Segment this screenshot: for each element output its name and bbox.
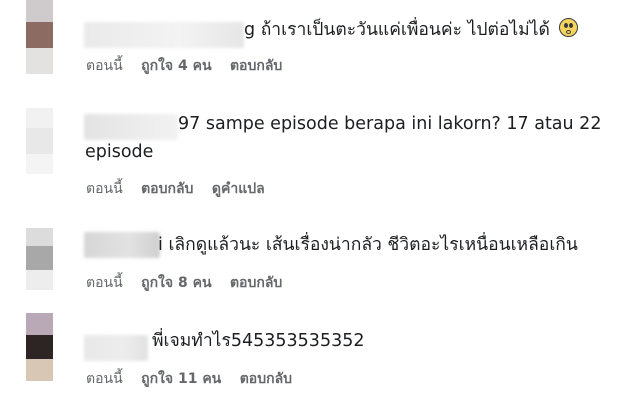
reply-button[interactable]: ตอบกลับ xyxy=(230,55,282,77)
comment-item: g ถ้าเราเป็นตะวันแค่เพื่อนค่ะ ไปต่อไม่ได… xyxy=(0,0,644,80)
comment-text: 97 sampe episode berapa ini lakorn? 17 a… xyxy=(178,114,602,134)
avatar[interactable] xyxy=(26,313,53,381)
avatar[interactable] xyxy=(26,228,53,290)
comment-item: พี่เจมทำไร545353535352 ตอนนี้ ถูกใจ 11 ค… xyxy=(0,305,644,419)
avatar[interactable] xyxy=(26,108,53,174)
like-count[interactable]: ถูกใจ 8 คน xyxy=(141,272,211,294)
reply-button[interactable]: ตอบกลับ xyxy=(141,178,193,200)
comment-text: i เลิกดูแล้วนะ เส้นเรื่องน่ากลัว ชีวิตอะ… xyxy=(158,235,578,255)
author-name-blurred[interactable] xyxy=(84,335,148,361)
comment-actions: ตอนนี้ ตอบกลับ ดูคำแปล xyxy=(86,178,279,200)
author-name-blurred[interactable] xyxy=(84,22,244,48)
author-name-fragment[interactable]: 97 xyxy=(178,114,200,134)
comment-actions: ตอนนี้ ถูกใจ 4 คน ตอบกลับ xyxy=(86,55,296,77)
reply-button[interactable]: ตอบกลับ xyxy=(240,368,292,390)
thinking-face-icon xyxy=(559,18,579,37)
comment-thread: g ถ้าเราเป็นตะวันแค่เพื่อนค่ะ ไปต่อไม่ได… xyxy=(0,0,644,419)
comment-text: g ถ้าเราเป็นตะวันแค่เพื่อนค่ะ ไปต่อไม่ได… xyxy=(244,18,579,43)
comment-item: i เลิกดูแล้วนะ เส้นเรื่องน่ากลัว ชีวิตอะ… xyxy=(0,220,644,300)
timestamp[interactable]: ตอนนี้ xyxy=(86,55,123,77)
timestamp[interactable]: ตอนนี้ xyxy=(86,178,123,200)
author-name-fragment[interactable]: i xyxy=(158,235,163,255)
avatar[interactable] xyxy=(26,0,53,74)
timestamp[interactable]: ตอนนี้ xyxy=(86,272,123,294)
comment-item: 97 sampe episode berapa ini lakorn? 17 a… xyxy=(0,100,644,200)
like-count[interactable]: ถูกใจ 4 คน xyxy=(141,55,211,77)
timestamp[interactable]: ตอนนี้ xyxy=(86,368,123,390)
author-name-blurred[interactable] xyxy=(84,114,178,140)
like-count[interactable]: ถูกใจ 11 คน xyxy=(141,368,221,390)
comment-actions: ตอนนี้ ถูกใจ 8 คน ตอบกลับ xyxy=(86,272,296,294)
author-name-fragment[interactable]: g xyxy=(244,20,255,40)
author-name-blurred[interactable] xyxy=(84,232,160,258)
comment-actions: ตอนนี้ ถูกใจ 11 คน ตอบกลับ xyxy=(86,368,306,390)
reply-button[interactable]: ตอบกลับ xyxy=(230,272,282,294)
see-translation-button[interactable]: ดูคำแปล xyxy=(212,178,265,200)
comment-text: พี่เจมทำไร545353535352 xyxy=(152,331,365,351)
comment-text-continued: episode xyxy=(85,142,154,162)
